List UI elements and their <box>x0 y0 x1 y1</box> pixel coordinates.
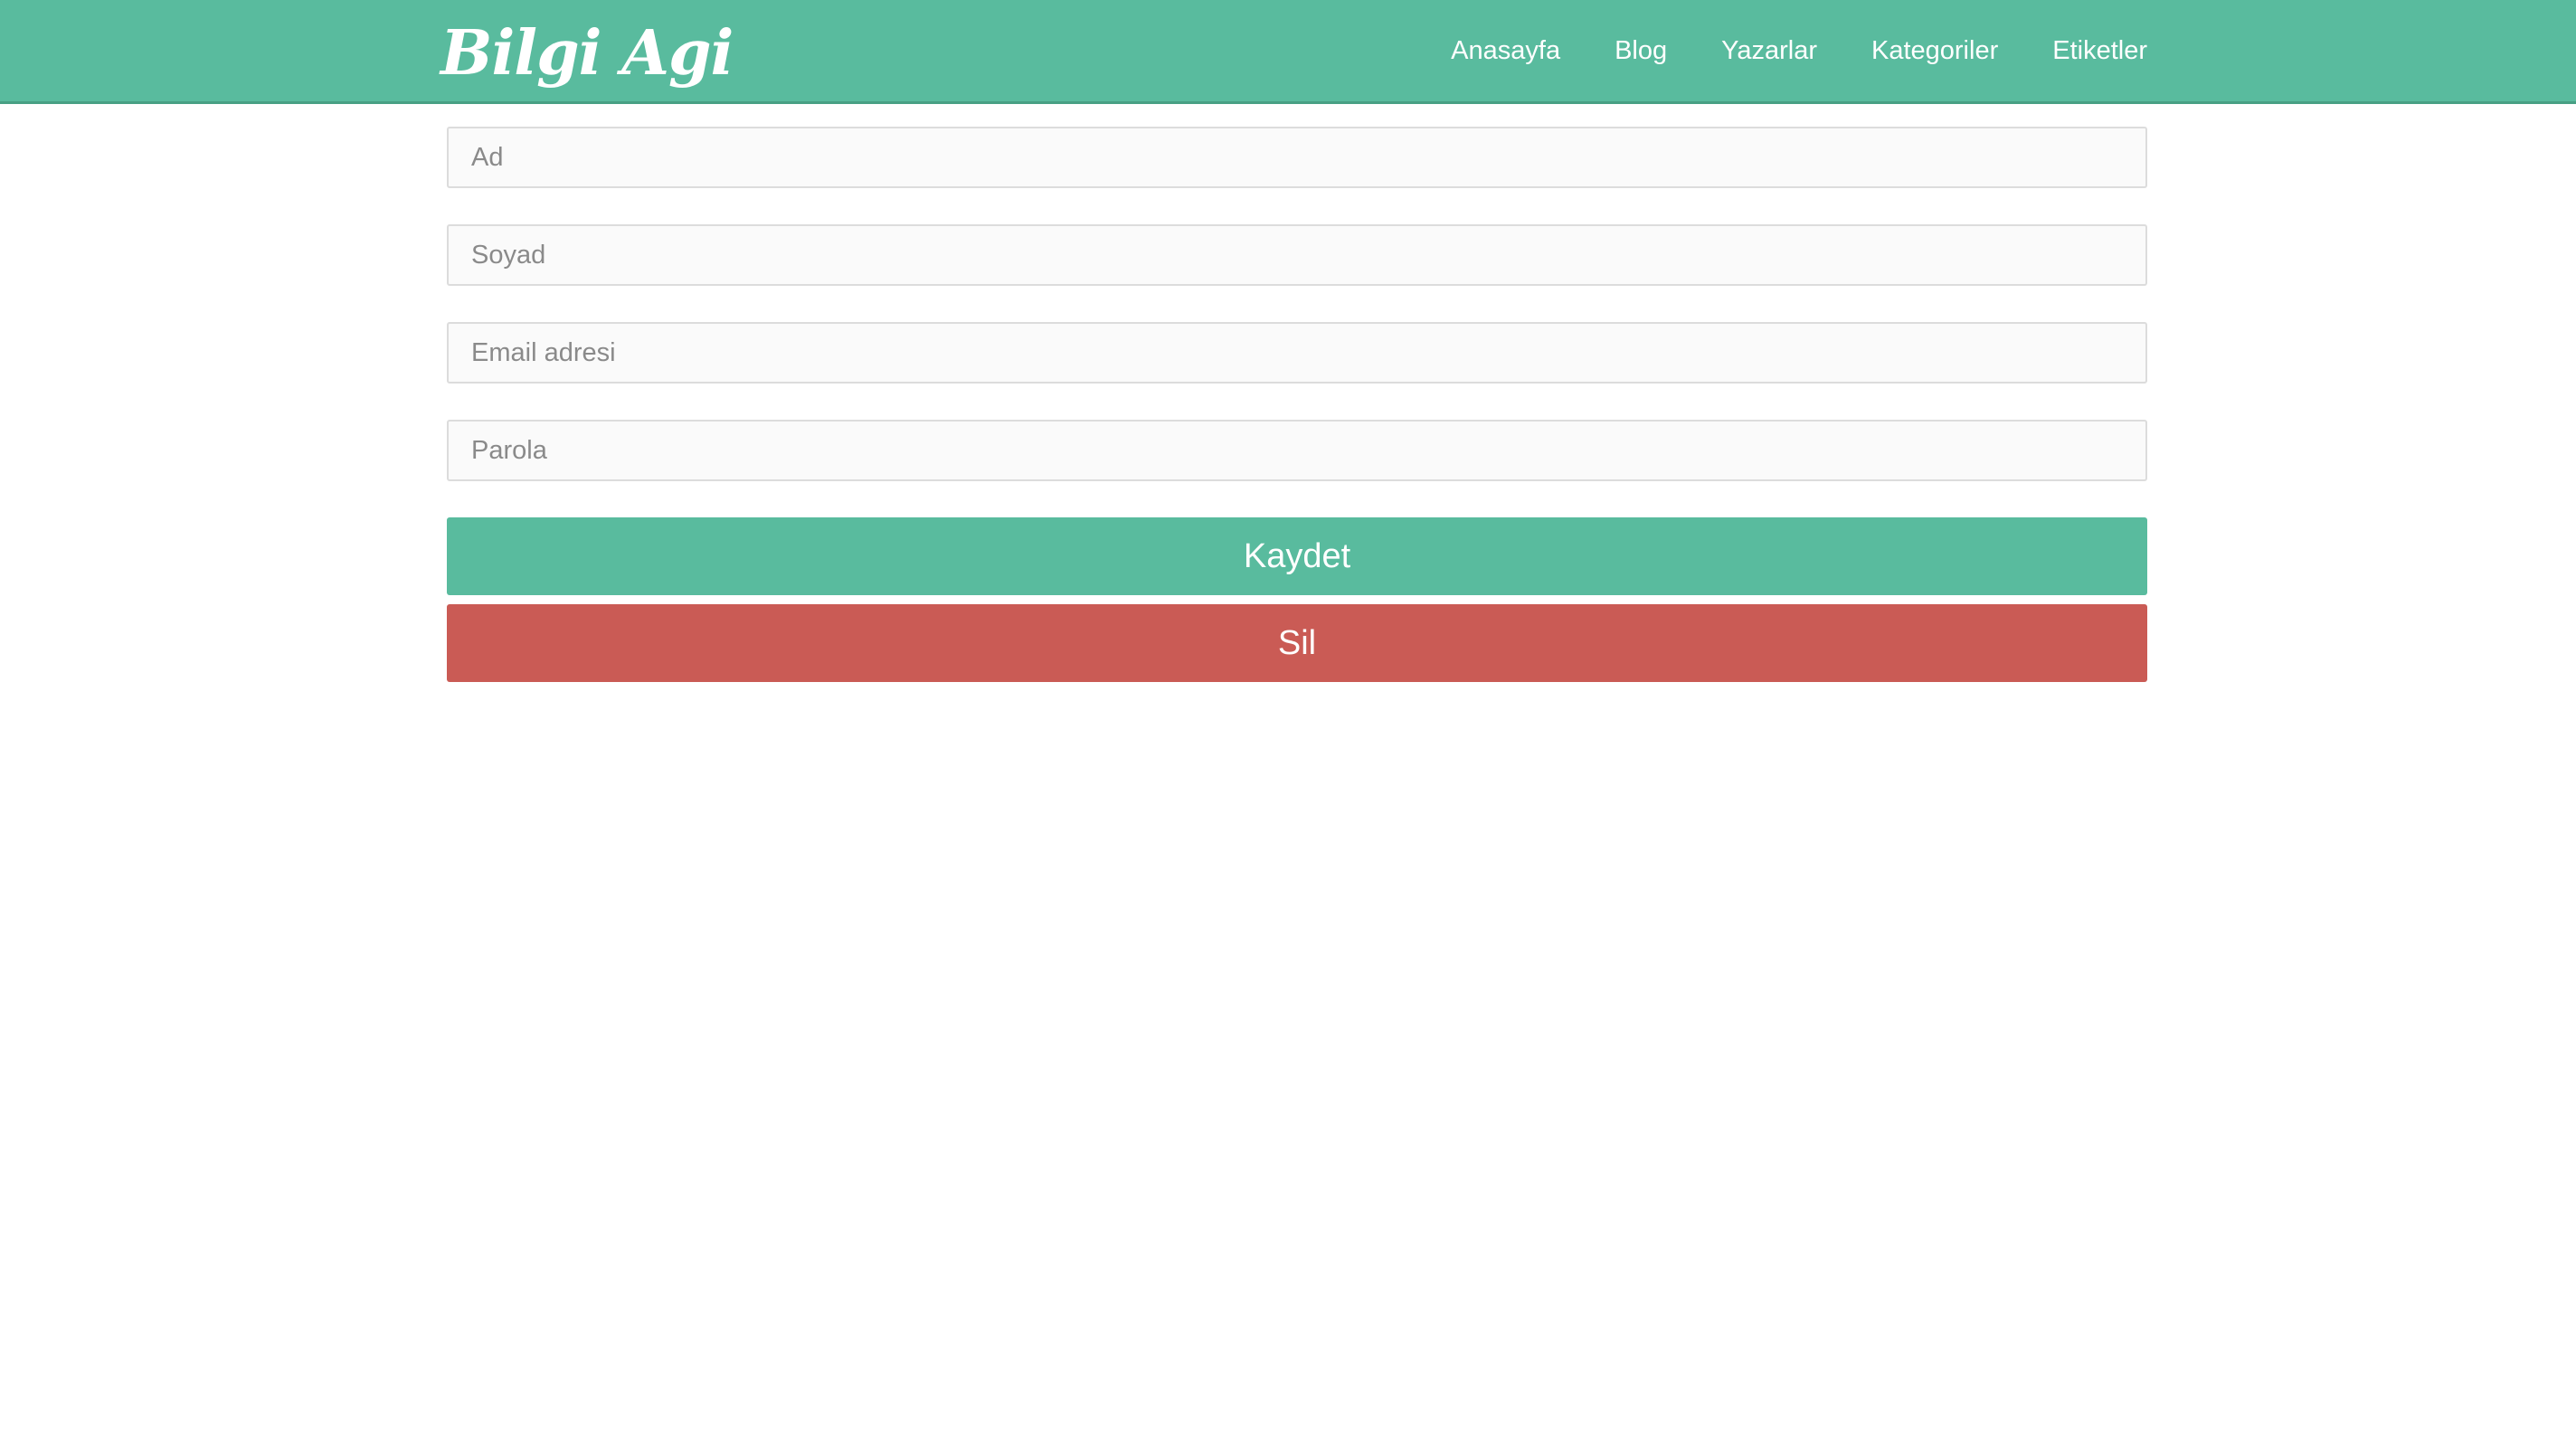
save-button[interactable]: Kaydet <box>447 517 2147 595</box>
nav-item-kategoriler[interactable]: Kategoriler <box>1871 36 1998 66</box>
nav-item-anasayfa[interactable]: Anasayfa <box>1451 36 1560 66</box>
top-navbar: Bilgi Agi Anasayfa Blog Yazarlar Kategor… <box>0 0 2576 104</box>
delete-button[interactable]: Sil <box>447 604 2147 682</box>
email-input[interactable] <box>447 322 2147 384</box>
nav-item-blog[interactable]: Blog <box>1615 36 1667 66</box>
nav-item-etiketler[interactable]: Etiketler <box>2052 36 2147 66</box>
first-name-input[interactable] <box>447 127 2147 188</box>
brand-logo[interactable]: Bilgi Agi <box>440 11 734 97</box>
main-nav: Anasayfa Blog Yazarlar Kategoriler Etike… <box>1451 0 2147 101</box>
last-name-input[interactable] <box>447 224 2147 286</box>
nav-item-yazarlar[interactable]: Yazarlar <box>1721 36 1817 66</box>
password-input[interactable] <box>447 420 2147 481</box>
user-form: Kaydet Sil <box>447 127 2147 682</box>
